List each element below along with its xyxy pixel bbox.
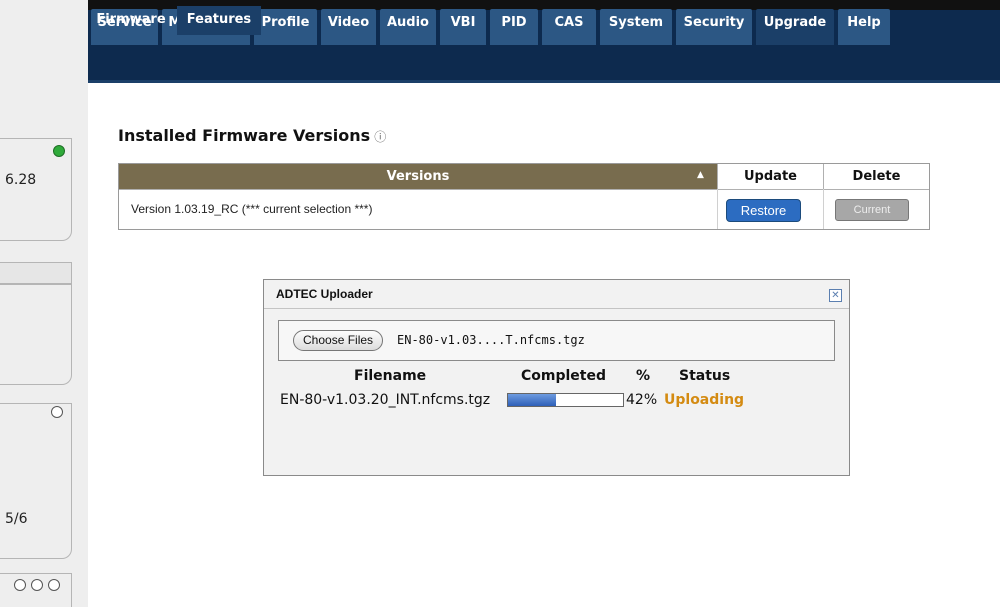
device-card-2 <box>0 284 72 385</box>
tab-video[interactable]: Video <box>321 9 376 45</box>
sub-nav <box>88 45 1000 80</box>
subtab-features[interactable]: Features <box>177 6 261 35</box>
tab-system[interactable]: System <box>600 9 672 45</box>
file-picker: Choose Files EN-80-v1.03....T.nfcms.tgz <box>278 320 835 361</box>
column-header-update: Update <box>717 164 823 189</box>
status-led-off-icon <box>48 579 60 591</box>
column-divider <box>717 189 718 229</box>
column-header-filename: Filename <box>354 368 427 384</box>
choose-files-button[interactable]: Choose Files <box>293 330 384 351</box>
tab-cas[interactable]: CAS <box>542 9 596 45</box>
device-card-3 <box>0 403 72 559</box>
firmware-table: Versions ▲ Update Delete Version 1.03.19… <box>118 163 930 230</box>
tab-audio[interactable]: Audio <box>380 9 436 45</box>
tab-upgrade[interactable]: Upgrade <box>756 9 834 45</box>
dialog-divider <box>264 308 849 309</box>
column-header-delete: Delete <box>823 164 929 189</box>
table-divider <box>119 189 929 190</box>
status-led-off-icon <box>51 406 63 418</box>
upload-status: Uploading <box>664 392 745 408</box>
upload-progress-bar <box>507 393 624 407</box>
column-header-status: Status <box>679 368 731 384</box>
restore-button[interactable]: Restore <box>726 199 801 222</box>
help-icon[interactable]: ⓘ <box>374 130 386 144</box>
tab-security[interactable]: Security <box>676 9 752 45</box>
chosen-file-name: EN-80-v1.03....T.nfcms.tgz <box>397 333 585 347</box>
device-card-1-value: 6.28 <box>5 172 37 188</box>
status-led-off-icon <box>31 579 43 591</box>
status-led-off-icon <box>14 579 26 591</box>
tab-profile[interactable]: Profile <box>254 9 317 45</box>
upload-progress-fill <box>508 394 557 406</box>
device-card-2-header <box>0 262 72 284</box>
subtab-firmware[interactable]: Firmware <box>91 6 171 35</box>
tab-vbi[interactable]: VBI <box>440 9 486 45</box>
column-divider <box>823 189 824 229</box>
current-button: Current <box>835 199 909 221</box>
nav-divider <box>88 80 1000 83</box>
close-icon[interactable]: ✕ <box>829 289 842 302</box>
tab-help[interactable]: Help <box>838 9 890 45</box>
status-led-green-icon <box>53 145 65 157</box>
uploader-dialog: ADTEC Uploader ✕ Choose Files EN-80-v1.0… <box>263 279 850 476</box>
column-header-percent: % <box>636 368 651 384</box>
left-panel: 6.28 5/6 <box>0 0 88 607</box>
column-header-versions[interactable]: Versions <box>119 164 717 189</box>
column-header-completed: Completed <box>521 368 607 384</box>
dialog-title: ADTEC Uploader <box>276 287 373 301</box>
page-title-text: Installed Firmware Versions <box>118 126 371 145</box>
page-title: Installed Firmware Versions ⓘ <box>118 126 386 145</box>
tab-pid[interactable]: PID <box>490 9 538 45</box>
upload-filename: EN-80-v1.03.20_INT.nfcms.tgz <box>280 392 491 408</box>
device-card-3-value: 5/6 <box>5 511 28 527</box>
upload-percent: 42% <box>626 392 658 408</box>
sort-ascending-icon[interactable]: ▲ <box>697 170 704 180</box>
table-row-version: Version 1.03.19_RC (*** current selectio… <box>131 202 373 216</box>
